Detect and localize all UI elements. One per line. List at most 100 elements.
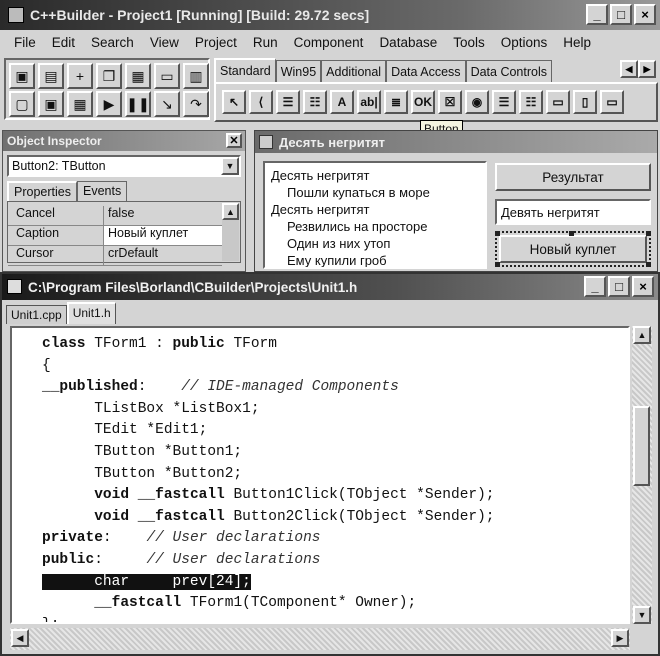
tab-unit1-h[interactable]: Unit1.h [66, 302, 116, 324]
new-form-icon[interactable]: ▦ [67, 91, 93, 117]
close-button[interactable]: × [634, 4, 656, 25]
menu-help[interactable]: Help [555, 35, 599, 50]
listbox1[interactable]: Десять негритят Пошли купаться в море Деся… [263, 161, 487, 269]
palette-scroll-left-icon[interactable]: ◀ [620, 60, 638, 78]
list-item[interactable]: Ему купили гроб [271, 252, 479, 267]
code-line[interactable]: TButton *Button2; [42, 464, 628, 486]
scrollbar-icon[interactable]: ▭ [546, 90, 570, 114]
scroll-left-icon[interactable]: ◀ [11, 629, 29, 647]
menu-file[interactable]: File [6, 35, 44, 50]
selection-handle[interactable] [495, 231, 500, 236]
menu-database[interactable]: Database [371, 35, 445, 50]
selection-handle[interactable] [495, 262, 500, 267]
checkbox-icon[interactable]: ☒ [438, 90, 462, 114]
tab-events[interactable]: Events [76, 181, 128, 201]
property-row-cursor[interactable]: Cursor crDefault [8, 246, 222, 266]
tab-additional[interactable]: Additional [321, 60, 387, 82]
code-line[interactable]: __fastcall TForm1(TComponent* Owner); [42, 593, 628, 615]
select-form-icon[interactable]: ▢ [9, 91, 35, 117]
open-file-icon[interactable]: ❐ [96, 63, 122, 89]
list-item[interactable]: Десять негритят [271, 167, 479, 184]
save-file-icon[interactable]: ▦ [125, 63, 151, 89]
property-row-caption[interactable]: Caption Новый куплет [8, 226, 222, 246]
code-line[interactable]: TEdit *Edit1; [42, 420, 628, 442]
selection-handle[interactable] [646, 262, 651, 267]
code-text-area[interactable]: class TForm1 : public TForm{__published:… [10, 326, 630, 624]
listbox-icon[interactable]: ☰ [492, 90, 516, 114]
menu-search[interactable]: Search [83, 35, 142, 50]
editor-close-button[interactable]: × [632, 276, 654, 297]
select-unit-icon[interactable]: ▥ [183, 63, 209, 89]
vertical-scrollbar[interactable]: ▲ ▼ [632, 326, 652, 624]
list-item[interactable]: Один из них утоп [271, 235, 479, 252]
scroll-down-icon[interactable]: ▼ [633, 606, 651, 624]
list-item[interactable]: Пошли купаться в море [271, 184, 479, 201]
label-icon[interactable]: A [330, 90, 354, 114]
menu-tools[interactable]: Tools [445, 35, 493, 50]
editor-maximize-button[interactable]: □ [608, 276, 630, 297]
chevron-down-icon[interactable]: ▼ [221, 157, 239, 175]
memo-icon[interactable]: ≣ [384, 90, 408, 114]
scroll-right-icon[interactable]: ▶ [611, 629, 629, 647]
frames-icon[interactable]: ⟨ [249, 90, 273, 114]
menu-project[interactable]: Project [187, 35, 245, 50]
code-line[interactable]: __published: // IDE-managed Components [42, 377, 628, 399]
toggle-form-unit-icon[interactable]: ▣ [38, 91, 64, 117]
button-icon[interactable]: OK [411, 90, 435, 114]
selection-handle[interactable] [646, 231, 651, 236]
tab-unit1-cpp[interactable]: Unit1.cpp [6, 305, 67, 324]
code-line[interactable]: { [42, 356, 628, 378]
tab-data-access[interactable]: Data Access [386, 60, 466, 82]
edit-icon[interactable]: ab| [357, 90, 381, 114]
add-file-icon[interactable]: + [67, 63, 93, 89]
code-line[interactable]: TListBox *ListBox1; [42, 399, 628, 421]
inspector-close-icon[interactable]: ✕ [226, 133, 242, 148]
code-line[interactable]: char prev[24]; [42, 572, 628, 594]
main-menu-icon[interactable]: ☰ [276, 90, 300, 114]
property-scrollbar[interactable]: ▲ [222, 203, 239, 261]
code-line[interactable]: }; [42, 615, 628, 622]
result-button[interactable]: Результат [495, 163, 651, 191]
code-line[interactable]: class TForm1 : public TForm [42, 334, 628, 356]
code-line[interactable]: void __fastcall Button2Click(TObject *Se… [42, 507, 628, 529]
list-item[interactable]: Резвились на просторе [271, 218, 479, 235]
code-line[interactable]: void __fastcall Button1Click(TObject *Se… [42, 485, 628, 507]
radiobutton-icon[interactable]: ◉ [465, 90, 489, 114]
menu-run[interactable]: Run [245, 35, 286, 50]
code-line[interactable]: TButton *Button1; [42, 442, 628, 464]
component-selector[interactable]: Button2: TButton ▼ [7, 155, 241, 177]
code-line[interactable]: public: // User declarations [42, 550, 628, 572]
property-row-cancel[interactable]: Cancel false [8, 206, 222, 226]
horizontal-scrollbar[interactable]: ◀ ▶ [10, 628, 630, 650]
minimize-button[interactable]: _ [586, 4, 608, 25]
tab-win95[interactable]: Win95 [275, 60, 322, 82]
tab-standard[interactable]: Standard [214, 58, 276, 82]
editor-minimize-button[interactable]: _ [584, 276, 606, 297]
tab-properties[interactable]: Properties [7, 181, 77, 201]
tab-data-controls[interactable]: Data Controls [465, 60, 552, 82]
scroll-up-icon[interactable]: ▲ [222, 203, 239, 220]
new-verse-button[interactable]: Новый куплет [495, 231, 651, 267]
panel-icon[interactable]: ▭ [600, 90, 624, 114]
menu-component[interactable]: Component [286, 35, 372, 50]
scroll-up-icon[interactable]: ▲ [633, 326, 651, 344]
menu-options[interactable]: Options [493, 35, 556, 50]
edit1-field[interactable]: Девять негритят [495, 199, 651, 225]
scroll-thumb[interactable] [633, 406, 650, 486]
combobox-icon[interactable]: ☷ [519, 90, 543, 114]
trace-into-icon[interactable]: ↘ [154, 91, 180, 117]
open-project-icon[interactable]: ▣ [9, 63, 35, 89]
list-item[interactable]: Десять негритят [271, 201, 479, 218]
save-project-icon[interactable]: ▤ [38, 63, 64, 89]
pause-icon[interactable]: ❚❚ [125, 91, 151, 117]
menu-edit[interactable]: Edit [44, 35, 83, 50]
popup-menu-icon[interactable]: ☷ [303, 90, 327, 114]
code-line[interactable]: private: // User declarations [42, 528, 628, 550]
pointer-icon[interactable]: ↖ [222, 90, 246, 114]
groupbox-icon[interactable]: ▯ [573, 90, 597, 114]
palette-scroll-right-icon[interactable]: ▶ [638, 60, 656, 78]
step-over-icon[interactable]: ↷ [183, 91, 209, 117]
remove-file-icon[interactable]: ▭ [154, 63, 180, 89]
menu-view[interactable]: View [142, 35, 187, 50]
run-icon[interactable]: ▶ [96, 91, 122, 117]
